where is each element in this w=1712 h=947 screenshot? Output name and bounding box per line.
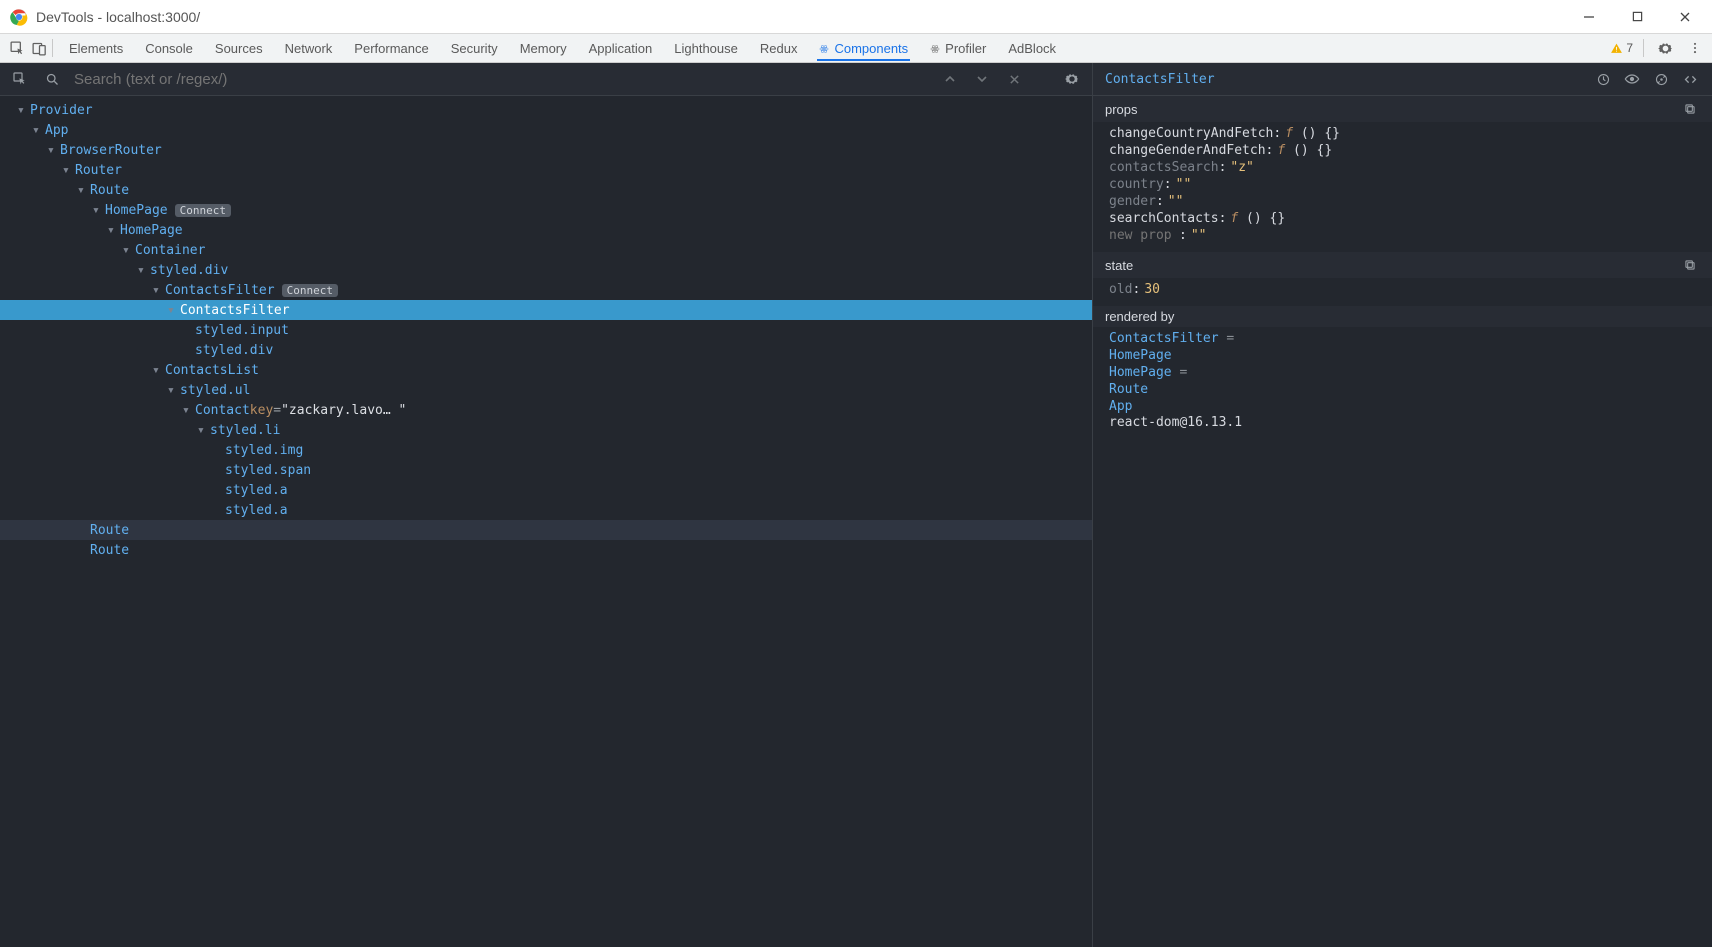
- state-label: state: [1105, 258, 1133, 273]
- inspect-dom-icon[interactable]: [1622, 69, 1642, 89]
- rendered-by-link[interactable]: HomePage: [1109, 347, 1700, 364]
- tree-row[interactable]: Route: [0, 520, 1092, 540]
- inspect-element-icon[interactable]: [6, 37, 28, 59]
- kebab-menu-icon[interactable]: [1684, 37, 1706, 59]
- prev-match-icon[interactable]: [940, 69, 960, 89]
- tab-performance[interactable]: Performance: [352, 35, 430, 61]
- tab-network[interactable]: Network: [283, 35, 335, 61]
- new-prop-key-input[interactable]: [1109, 228, 1179, 243]
- copy-props-icon[interactable]: [1680, 99, 1700, 119]
- tab-memory[interactable]: Memory: [518, 35, 569, 61]
- tree-row[interactable]: styled.img: [0, 440, 1092, 460]
- tree-row[interactable]: ▾ContactsFilter: [0, 300, 1092, 320]
- device-toolbar-icon[interactable]: [28, 37, 50, 59]
- props-label: props: [1105, 102, 1138, 117]
- renderedby-section-header: rendered by: [1093, 306, 1712, 327]
- maximize-button[interactable]: [1626, 6, 1648, 28]
- tree-row[interactable]: ▾HomePage: [0, 220, 1092, 240]
- tab-console[interactable]: Console: [143, 35, 195, 61]
- chrome-logo-icon: [10, 8, 28, 26]
- tree-row[interactable]: ▾styled.li: [0, 420, 1092, 440]
- tree-row[interactable]: ▾App: [0, 120, 1092, 140]
- renderedby-label: rendered by: [1105, 309, 1174, 324]
- tab-security[interactable]: Security: [449, 35, 500, 61]
- log-data-icon[interactable]: [1651, 69, 1671, 89]
- copy-state-icon[interactable]: [1680, 255, 1700, 275]
- state-list: old: 30: [1093, 278, 1712, 306]
- tree-search-input[interactable]: [74, 71, 928, 88]
- clear-search-icon[interactable]: [1004, 69, 1024, 89]
- prop-row[interactable]: changeGenderAndFetch: f () {}: [1109, 142, 1700, 159]
- prop-row[interactable]: country: "": [1109, 176, 1700, 193]
- warnings-indicator[interactable]: 7: [1610, 41, 1633, 55]
- new-prop-row[interactable]: : "": [1109, 227, 1700, 244]
- tree-row[interactable]: styled.a: [0, 480, 1092, 500]
- minimize-button[interactable]: [1578, 6, 1600, 28]
- tree-row[interactable]: ▾Contact key="zackary.lavo… ": [0, 400, 1092, 420]
- tab-sources[interactable]: Sources: [213, 35, 265, 61]
- prop-row[interactable]: gender: "": [1109, 193, 1700, 210]
- rendered-by-link[interactable]: HomePage =: [1109, 364, 1700, 381]
- selected-component-name: ContactsFilter: [1105, 72, 1215, 87]
- inspector-pane: ContactsFilter props changeCountryAndFet…: [1092, 63, 1712, 947]
- tree-row[interactable]: ▾styled.ul: [0, 380, 1092, 400]
- component-tree-pane: ▾Provider▾App▾BrowserRouter▾Router▾Route…: [0, 63, 1092, 947]
- tree-row[interactable]: ▾BrowserRouter: [0, 140, 1092, 160]
- tab-adblock[interactable]: AdBlock: [1006, 35, 1058, 61]
- rendered-by-link[interactable]: Route: [1109, 381, 1700, 398]
- tab-elements[interactable]: Elements: [67, 35, 125, 61]
- settings-gear-icon[interactable]: [1654, 37, 1676, 59]
- view-source-icon[interactable]: [1680, 69, 1700, 89]
- tree-row[interactable]: ▾Container: [0, 240, 1092, 260]
- tab-redux[interactable]: Redux: [758, 35, 800, 61]
- devtools-tabbar: Elements Console Sources Network Performance…: [0, 34, 1712, 63]
- props-section-header: props: [1093, 96, 1712, 122]
- close-button[interactable]: [1674, 6, 1696, 28]
- tree-row[interactable]: styled.a: [0, 500, 1092, 520]
- tree-row[interactable]: ▾ContactsList: [0, 360, 1092, 380]
- component-tree[interactable]: ▾Provider▾App▾BrowserRouter▾Router▾Route…: [0, 96, 1092, 947]
- tree-row[interactable]: styled.span: [0, 460, 1092, 480]
- state-row[interactable]: old: 30: [1109, 281, 1700, 298]
- devtools-tabs: Elements Console Sources Network Performance…: [67, 35, 1058, 61]
- tree-row[interactable]: ▾Route: [0, 180, 1092, 200]
- tab-components[interactable]: Components: [817, 35, 910, 61]
- tree-row[interactable]: ▾Provider: [0, 100, 1092, 120]
- props-list: changeCountryAndFetch: f () {}changeGend…: [1093, 122, 1712, 252]
- rendered-by-link[interactable]: App: [1109, 398, 1700, 415]
- tree-row[interactable]: ▾ContactsFilterConnect: [0, 280, 1092, 300]
- next-match-icon[interactable]: [972, 69, 992, 89]
- renderer-version: react-dom@16.13.1: [1109, 415, 1700, 430]
- rendered-by-link[interactable]: ContactsFilter =: [1109, 330, 1700, 347]
- rendered-by-list: ContactsFilter =HomePageHomePage =RouteA…: [1093, 327, 1712, 438]
- tab-lighthouse[interactable]: Lighthouse: [672, 35, 740, 61]
- warning-count: 7: [1626, 41, 1633, 55]
- prop-row[interactable]: changeCountryAndFetch: f () {}: [1109, 125, 1700, 142]
- suspend-icon[interactable]: [1593, 69, 1613, 89]
- search-icon: [42, 69, 62, 89]
- separator: [1643, 39, 1644, 57]
- separator: [52, 39, 53, 57]
- prop-row[interactable]: contactsSearch: "z": [1109, 159, 1700, 176]
- pick-component-icon[interactable]: [10, 69, 30, 89]
- window-title: DevTools - localhost:3000/: [36, 9, 200, 25]
- state-section-header: state: [1093, 252, 1712, 278]
- tree-settings-gear-icon[interactable]: [1062, 69, 1082, 89]
- tree-row[interactable]: styled.input: [0, 320, 1092, 340]
- tab-profiler[interactable]: Profiler: [928, 35, 988, 61]
- tree-toolbar: [0, 63, 1092, 96]
- tree-row[interactable]: ▾HomePageConnect: [0, 200, 1092, 220]
- window-titlebar: DevTools - localhost:3000/: [0, 0, 1712, 34]
- prop-row[interactable]: searchContacts: f () {}: [1109, 210, 1700, 227]
- tab-application[interactable]: Application: [587, 35, 655, 61]
- tree-row[interactable]: ▾Router: [0, 160, 1092, 180]
- tree-row[interactable]: styled.div: [0, 340, 1092, 360]
- tree-row[interactable]: ▾styled.div: [0, 260, 1092, 280]
- inspector-header: ContactsFilter: [1093, 63, 1712, 96]
- tree-row[interactable]: Route: [0, 540, 1092, 560]
